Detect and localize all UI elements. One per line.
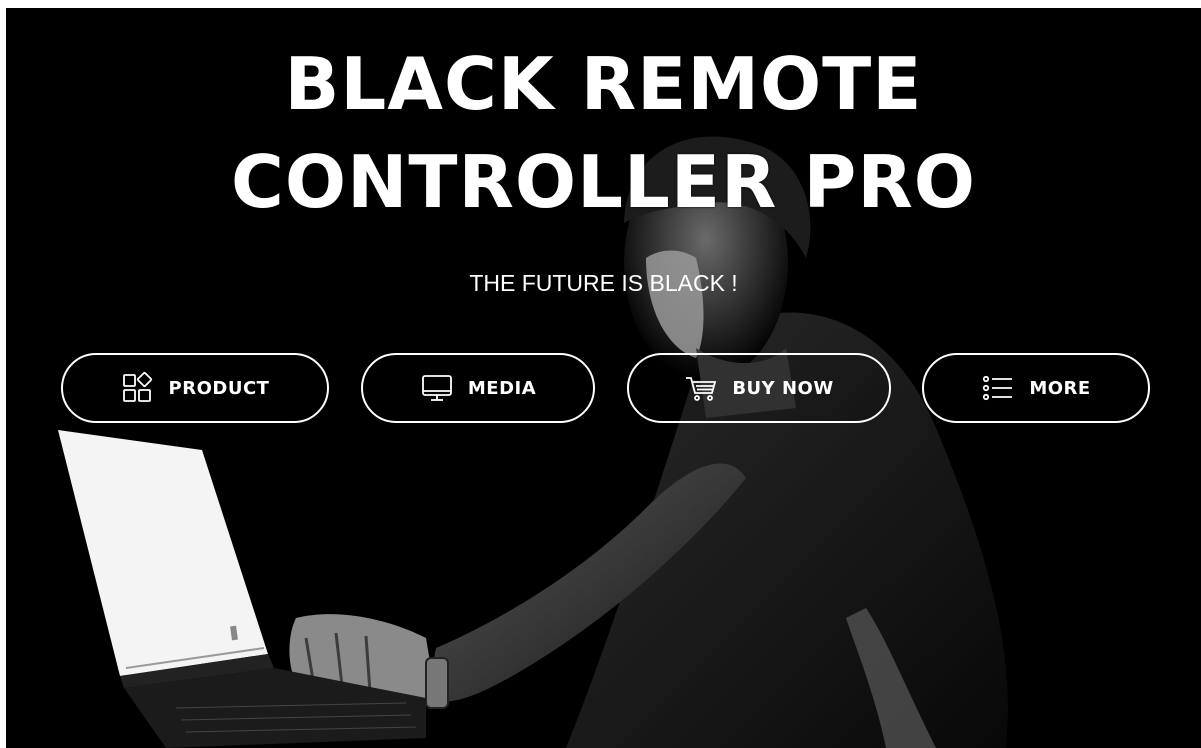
hero-section: BLACK REMOTE CONTROLLER PRO THE FUTURE I… bbox=[6, 8, 1201, 748]
product-button[interactable]: PRODUCT bbox=[61, 353, 329, 423]
media-button-label: MEDIA bbox=[467, 377, 537, 399]
monitor-icon bbox=[420, 371, 454, 405]
hero-subtitle: THE FUTURE IS BLACK ! bbox=[469, 270, 738, 296]
shopping-cart-icon bbox=[684, 371, 718, 405]
media-button[interactable]: MEDIA bbox=[361, 353, 595, 423]
product-button-label: PRODUCT bbox=[168, 377, 270, 399]
more-button-label: MORE bbox=[1029, 377, 1091, 399]
hero-title-line-1: BLACK REMOTE bbox=[284, 42, 923, 126]
buy-now-button-label: BUY NOW bbox=[732, 377, 834, 399]
product-grid-icon bbox=[121, 371, 155, 405]
hero-title-line-2: CONTROLLER PRO bbox=[231, 140, 976, 224]
buy-now-button[interactable]: BUY NOW bbox=[627, 353, 891, 423]
more-button[interactable]: MORE bbox=[922, 353, 1150, 423]
list-icon bbox=[981, 371, 1015, 405]
